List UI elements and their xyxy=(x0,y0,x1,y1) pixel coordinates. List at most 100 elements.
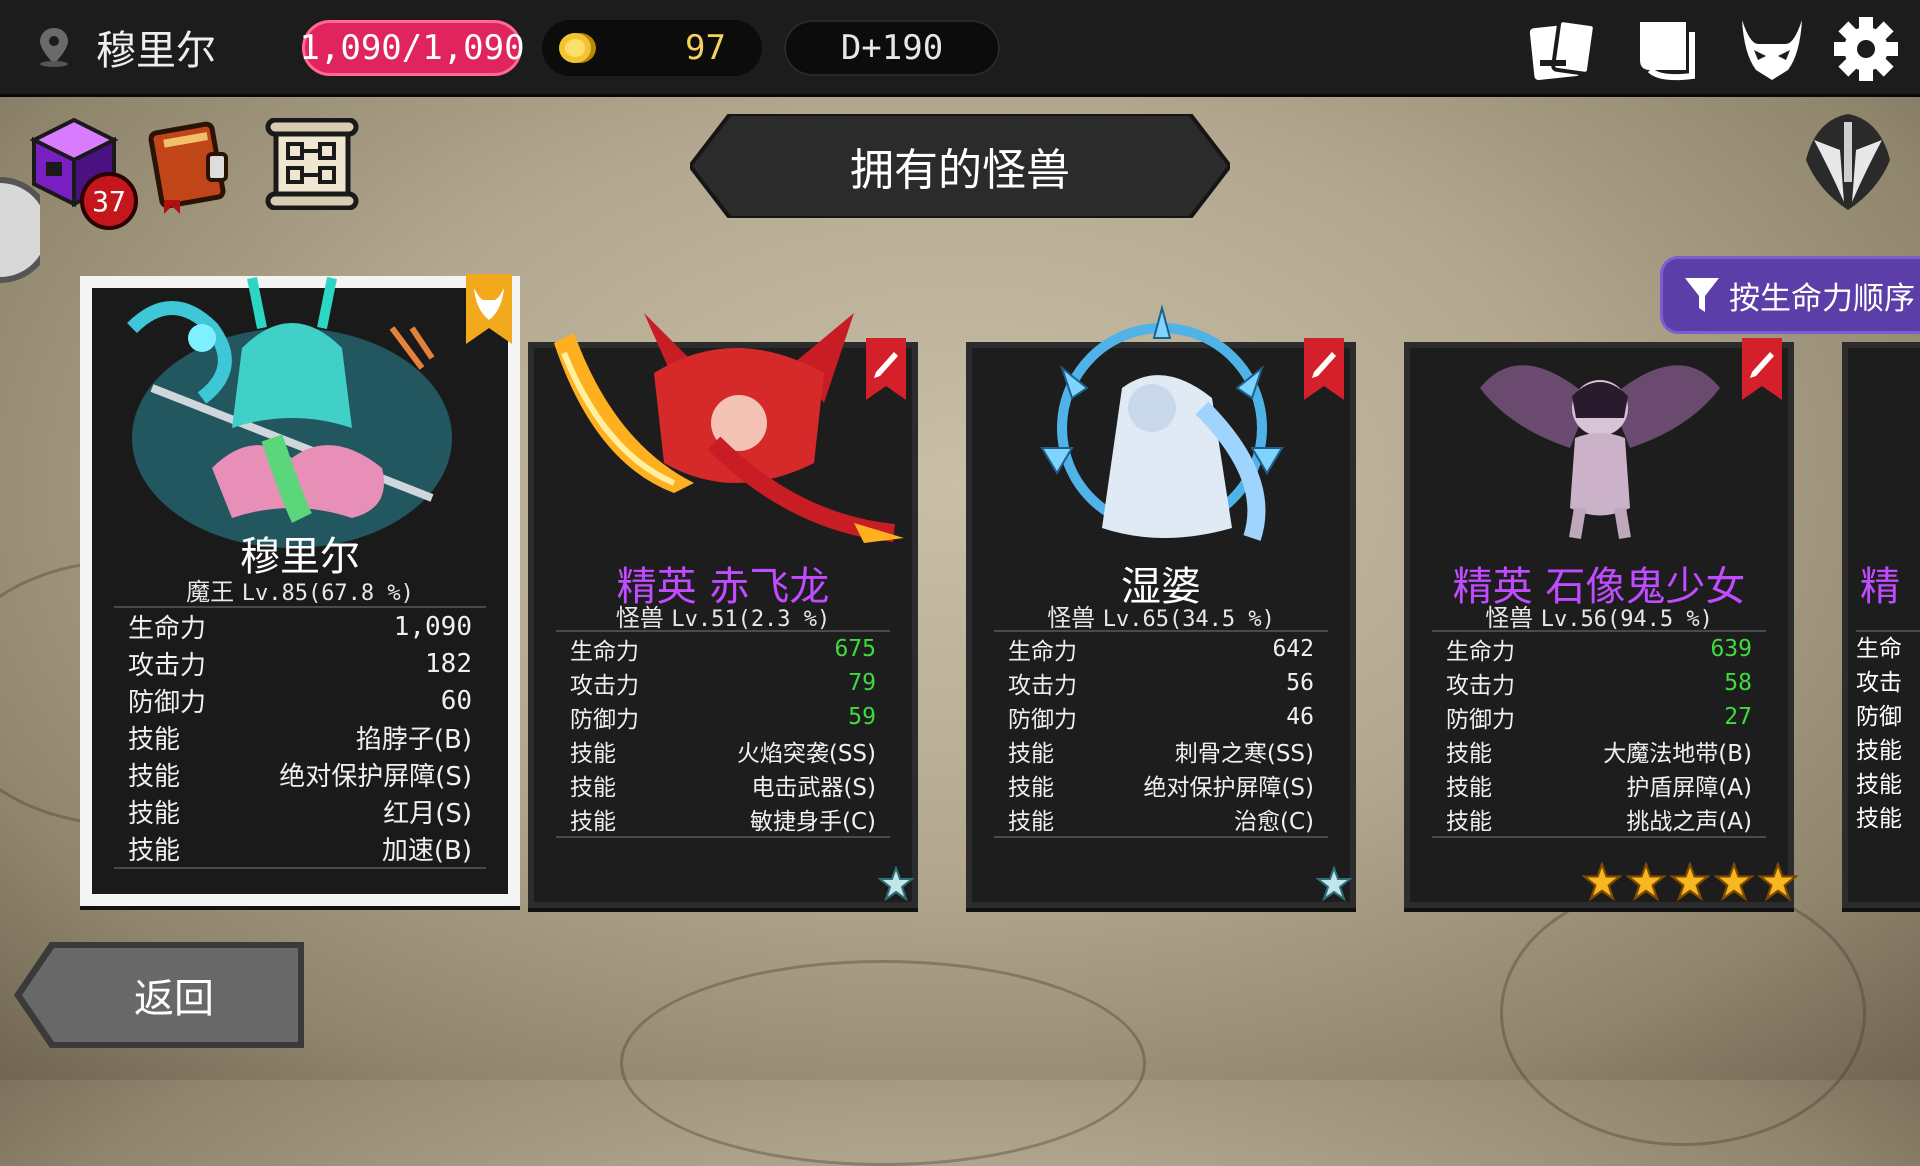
player-info: 穆里尔 xyxy=(36,20,216,74)
stat-label: 技能 xyxy=(128,762,181,792)
location-pin-icon xyxy=(40,28,68,67)
gold-star-icon xyxy=(1714,862,1754,902)
skill-value: 加速(B) xyxy=(381,836,472,866)
rank-stars xyxy=(1582,862,1798,902)
stat-label: 生命力 xyxy=(1008,639,1077,665)
stat-label: 技能 xyxy=(570,809,616,835)
monster-card-partial[interactable]: 精 生命 攻击 防御 技能 技能 技能 xyxy=(1842,342,1920,908)
monster-class: 怪兽 xyxy=(1485,604,1534,632)
stat-row-skill: 技能 挑战之声(A) xyxy=(1432,802,1766,836)
edit-pencil-bookmark-icon[interactable] xyxy=(866,338,906,400)
stat-label: 技能 xyxy=(1008,741,1054,767)
player-name: 穆里尔 xyxy=(96,28,216,74)
rank-star-icon xyxy=(878,866,914,902)
stat-row-def: 防御力 27 xyxy=(1432,700,1766,734)
stat-label: 技能 xyxy=(128,836,181,866)
stats-panel: 生命力 1,090 攻击力 182 防御力 60 技能 掐脖子(B) 技能 绝对保护屏障(… xyxy=(114,606,486,869)
stat-value: 46 xyxy=(1286,704,1314,730)
monster-class: 魔王 xyxy=(186,578,235,606)
cards-icon[interactable] xyxy=(1526,14,1598,84)
monster-class: 怪兽 xyxy=(1047,604,1096,632)
monster-card-shiva[interactable]: 湿婆 怪兽 Lv.65(34.5 %) 生命力 642 攻击力 56 防御力 46 技… xyxy=(966,304,1356,908)
monster-card-red-dragon[interactable]: 精英 赤飞龙 怪兽 Lv.51(2.3 %) 生命力 675 攻击力 79 防御力 5… xyxy=(528,313,918,908)
skill-value: 大魔法地带(B) xyxy=(1603,741,1752,767)
stat-row-skill: 技能 红月(S) xyxy=(114,793,486,830)
stat-row-skill: 技能 加速(B) xyxy=(114,830,486,867)
stat-value: 639 xyxy=(1710,636,1752,662)
monster-book-icon[interactable] xyxy=(146,114,236,214)
winged-helmet-icon[interactable] xyxy=(1800,110,1896,214)
stat-row-atk: 攻击力 56 xyxy=(994,666,1328,700)
monster-level: Lv.51(2.3 %) xyxy=(671,607,831,632)
gold-star-icon xyxy=(1758,862,1798,902)
monster-card-gargoyle-girl[interactable]: 精英 石像鬼少女 怪兽 Lv.56(94.5 %) 生命力 639 攻击力 58 防… xyxy=(1404,338,1798,908)
cube-count-badge: 37 xyxy=(80,172,138,230)
gold-star-icon xyxy=(1582,862,1622,902)
partial-stat-label: 防御 xyxy=(1856,704,1902,730)
stats-panel: 生命力 642 攻击力 56 防御力 46 技能 刺骨之寒(SS) 技能 绝对保护屏障(S… xyxy=(994,630,1328,838)
stat-value: 1,090 xyxy=(393,611,472,642)
stat-label: 攻击力 xyxy=(1008,673,1077,699)
stat-label: 攻击力 xyxy=(570,673,639,699)
stat-row-skill: 技能 大魔法地带(B) xyxy=(1432,734,1766,768)
stat-label: 生命力 xyxy=(570,639,639,665)
partial-stats-panel: 生命 攻击 防御 技能 技能 技能 xyxy=(1856,630,1920,836)
partial-card-name: 精 xyxy=(1860,564,1900,610)
page-title-banner: 拥有的怪兽 xyxy=(687,112,1233,220)
stat-row-def: 防御力 59 xyxy=(556,700,890,734)
monster-card-muriel[interactable]: 穆里尔 魔王 Lv.85(67.8 %) 生命力 1,090 攻击力 182 防御力… xyxy=(80,274,520,906)
stats-panel: 生命力 675 攻击力 79 防御力 59 技能 火焰突袭(SS) 技能 电击武器(S) … xyxy=(556,630,890,838)
rank-star-icon xyxy=(1316,866,1352,902)
stat-value: 56 xyxy=(1286,670,1314,696)
stat-row-hp: 生命力 639 xyxy=(1432,632,1766,666)
stat-value: 79 xyxy=(848,670,876,696)
monster-level: Lv.65(34.5 %) xyxy=(1102,607,1275,632)
stat-row-hp: 生命力 675 xyxy=(556,632,890,666)
stat-value: 58 xyxy=(1724,670,1752,696)
page-title: 拥有的怪兽 xyxy=(850,145,1070,196)
monster-level: Lv.85(67.8 %) xyxy=(241,581,414,606)
back-button[interactable]: 返回 xyxy=(14,942,304,1048)
monster-class-level: 怪兽 Lv.51(2.3 %) xyxy=(534,598,912,633)
back-button-label: 返回 xyxy=(134,976,214,1022)
partial-stat-label: 技能 xyxy=(1856,738,1902,764)
stat-row-skill: 技能 掐脖子(B) xyxy=(114,719,486,756)
monster-class: 怪兽 xyxy=(615,604,664,632)
stat-label: 攻击力 xyxy=(128,651,207,681)
monster-portrait-shiva xyxy=(1040,304,1284,541)
skill-value: 挑战之声(A) xyxy=(1626,809,1752,835)
stat-row-skill: 技能 刺骨之寒(SS) xyxy=(994,734,1328,768)
demon-mask-icon[interactable] xyxy=(1736,14,1808,84)
skill-value: 掐脖子(B) xyxy=(355,725,472,755)
journal-icon[interactable] xyxy=(1630,14,1702,84)
edit-pencil-bookmark-icon[interactable] xyxy=(1304,338,1344,400)
demon-crest-bookmark-icon[interactable] xyxy=(466,274,512,344)
monster-level: Lv.56(94.5 %) xyxy=(1540,607,1713,632)
partial-stat-label: 技能 xyxy=(1856,806,1902,832)
skill-value: 护盾屏障(A) xyxy=(1626,775,1752,801)
stat-label: 技能 xyxy=(1008,809,1054,835)
stats-panel: 生命力 639 攻击力 58 防御力 27 技能 大魔法地带(B) 技能 护盾屏障(A) … xyxy=(1432,630,1766,838)
stat-label: 技能 xyxy=(128,799,181,829)
monster-class-level: 魔王 Lv.85(67.8 %) xyxy=(92,572,508,607)
breeding-scroll-icon[interactable] xyxy=(262,118,362,210)
monster-class-level: 怪兽 Lv.56(94.5 %) xyxy=(1410,598,1788,633)
stat-label: 防御力 xyxy=(1446,707,1515,733)
settings-gear-icon[interactable] xyxy=(1830,14,1902,84)
skill-value: 红月(S) xyxy=(383,799,472,829)
map-decoration xyxy=(1500,880,1866,1146)
stat-row-skill: 技能 治愈(C) xyxy=(994,802,1328,836)
skill-value: 绝对保护屏障(S) xyxy=(1143,775,1314,801)
stat-label: 防御力 xyxy=(128,688,207,718)
stat-value: 27 xyxy=(1724,704,1752,730)
stat-row-skill: 技能 绝对保护屏障(S) xyxy=(994,768,1328,802)
hp-display: 1,090/1,090 xyxy=(299,20,525,76)
stat-label: 技能 xyxy=(570,775,616,801)
stat-value: 182 xyxy=(425,648,472,679)
stat-row-skill: 技能 火焰突袭(SS) xyxy=(556,734,890,768)
stat-row-hp: 生命力 1,090 xyxy=(114,608,486,645)
map-decoration xyxy=(620,960,1146,1166)
edit-pencil-bookmark-icon[interactable] xyxy=(1742,338,1782,400)
stat-label: 攻击力 xyxy=(1446,673,1515,699)
stat-value: 675 xyxy=(834,636,876,662)
